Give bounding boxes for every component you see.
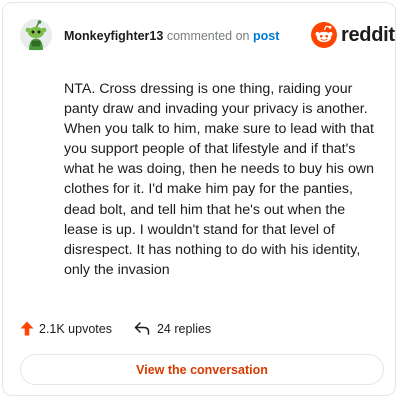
username[interactable]: Monkeyfighter13 (64, 29, 163, 43)
comment-body: NTA. Cross dressing is one thing, raidin… (64, 81, 374, 278)
upvote-count: 2.1K upvotes (39, 321, 112, 336)
reddit-logo-icon (311, 22, 337, 48)
reply-arrow-icon (134, 322, 150, 335)
view-conversation-button[interactable]: View the conversation (20, 354, 384, 385)
upvote-arrow-icon (20, 321, 34, 336)
reply-count: 24 replies (156, 321, 212, 336)
comment-actions: 2.1K upvotes 24 replies (20, 321, 211, 336)
reddit-wordmark: reddit (341, 23, 395, 46)
commented-text: commented on (166, 29, 250, 43)
post-link[interactable]: post (253, 29, 279, 43)
upvote-action[interactable]: 2.1K upvotes (20, 321, 112, 336)
snoo-avatar-icon (20, 19, 52, 51)
reddit-logo[interactable]: reddit (311, 22, 395, 48)
avatar[interactable] (20, 19, 52, 51)
comment-card: Monkeyfighter13 commented on post reddit… (2, 2, 396, 396)
reply-action[interactable]: 24 replies (134, 322, 211, 336)
comment-header: Monkeyfighter13 commented on post (64, 28, 279, 44)
